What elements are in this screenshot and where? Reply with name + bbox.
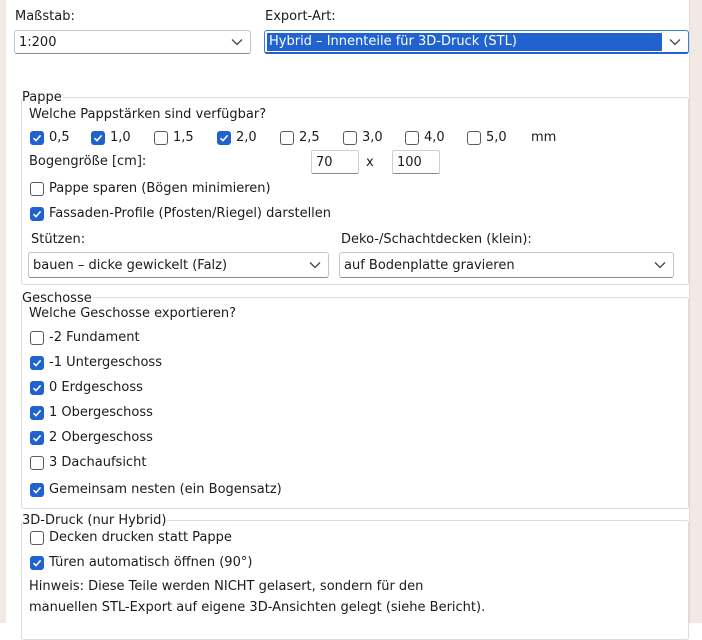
export-type-value: Hybrid – Innenteile für 3D-Druck (STL) bbox=[267, 33, 662, 51]
floors-group-title: Geschosse bbox=[22, 291, 93, 306]
floor-4-label[interactable]: 2 Obergeschoss bbox=[49, 429, 153, 447]
checkmark-icon bbox=[32, 434, 42, 442]
checkmark-icon bbox=[219, 134, 229, 142]
sheet-size-separator: x bbox=[366, 155, 374, 170]
floor-0-checkbox[interactable] bbox=[30, 331, 44, 345]
thickness-4-label[interactable]: 2,5 bbox=[299, 129, 320, 147]
floor-4-checkbox[interactable] bbox=[30, 431, 44, 445]
thickness-1-checkbox[interactable] bbox=[91, 131, 105, 145]
floor-2-label[interactable]: 0 Erdgeschoss bbox=[49, 379, 143, 397]
ceilings-label: Deko-/Schachtdecken (klein): bbox=[341, 232, 532, 247]
checkmark-icon bbox=[93, 134, 103, 142]
thickness-2-checkbox[interactable] bbox=[154, 131, 168, 145]
scale-value: 1:200 bbox=[19, 35, 57, 50]
hint-text-line1: Hinweis: Diese Teile werden NICHT gelase… bbox=[29, 579, 424, 594]
thickness-1-label[interactable]: 1,0 bbox=[110, 129, 131, 147]
supports-value: bauen – dicke gewickelt (Falz) bbox=[33, 258, 228, 273]
sheet-size-label: Bogengröße [cm]: bbox=[29, 154, 147, 169]
ceilings-value: auf Bodenplatte gravieren bbox=[344, 258, 515, 273]
floor-3-label[interactable]: 1 Obergeschoss bbox=[49, 404, 153, 422]
scale-dropdown[interactable]: 1:200 bbox=[14, 30, 251, 54]
thickness-0-label[interactable]: 0,5 bbox=[49, 129, 70, 147]
floor-1-label[interactable]: -1 Untergeschoss bbox=[49, 354, 162, 372]
unit-label: mm bbox=[531, 130, 557, 145]
sheet-height-value: 100 bbox=[397, 155, 422, 170]
checkmark-icon bbox=[32, 486, 42, 494]
floor-2-checkbox[interactable] bbox=[30, 381, 44, 395]
export-type-label: Export-Art: bbox=[265, 9, 336, 24]
checkmark-icon bbox=[32, 384, 42, 392]
thickness-7-label[interactable]: 5,0 bbox=[486, 129, 507, 147]
ceilings-dropdown[interactable]: auf Bodenplatte gravieren bbox=[339, 252, 674, 278]
window-right-scroll-edge[interactable] bbox=[689, 0, 702, 623]
floor-5-checkbox[interactable] bbox=[30, 456, 44, 470]
hint-text-line2: manuellen STL-Export auf eigene 3D-Ansic… bbox=[29, 600, 486, 615]
facade-profiles-checkbox[interactable] bbox=[30, 207, 44, 221]
sheet-height-input[interactable]: 100 bbox=[392, 150, 440, 174]
thickness-5-label[interactable]: 3,0 bbox=[362, 129, 383, 147]
window-left-edge bbox=[0, 0, 6, 623]
facade-profiles-label[interactable]: Fassaden-Profile (Pfosten/Riegel) darste… bbox=[49, 205, 331, 223]
nest-together-checkbox[interactable] bbox=[30, 483, 44, 497]
sheet-width-value: 70 bbox=[316, 155, 333, 170]
floor-3-checkbox[interactable] bbox=[30, 406, 44, 420]
thickness-2-label[interactable]: 1,5 bbox=[173, 129, 194, 147]
export-type-dropdown[interactable]: Hybrid – Innenteile für 3D-Druck (STL) bbox=[264, 30, 689, 54]
chevron-down-icon bbox=[669, 39, 681, 46]
print-group-title: 3D-Druck (nur Hybrid) bbox=[22, 513, 168, 528]
thickness-7-checkbox[interactable] bbox=[467, 131, 481, 145]
sheet-width-input[interactable]: 70 bbox=[311, 150, 359, 174]
thickness-3-label[interactable]: 2,0 bbox=[236, 129, 257, 147]
floor-1-checkbox[interactable] bbox=[30, 356, 44, 370]
thickness-5-checkbox[interactable] bbox=[343, 131, 357, 145]
supports-dropdown[interactable]: bauen – dicke gewickelt (Falz) bbox=[28, 252, 329, 278]
thickness-0-checkbox[interactable] bbox=[30, 131, 44, 145]
save-paper-checkbox[interactable] bbox=[30, 182, 44, 196]
checkmark-icon bbox=[32, 210, 42, 218]
thickness-6-label[interactable]: 4,0 bbox=[424, 129, 445, 147]
floor-0-label[interactable]: -2 Fundament bbox=[49, 329, 140, 347]
save-paper-label[interactable]: Pappe sparen (Bögen minimieren) bbox=[49, 180, 271, 198]
thickness-3-checkbox[interactable] bbox=[217, 131, 231, 145]
checkmark-icon bbox=[32, 409, 42, 417]
pappe-question: Welche Pappstärken sind verfügbar? bbox=[29, 107, 267, 122]
print-ceilings-checkbox[interactable] bbox=[30, 531, 44, 545]
supports-label: Stützen: bbox=[31, 232, 86, 247]
scale-label: Maßstab: bbox=[15, 9, 75, 24]
floor-5-label[interactable]: 3 Dachaufsicht bbox=[49, 454, 146, 472]
thickness-6-checkbox[interactable] bbox=[405, 131, 419, 145]
print-ceilings-label[interactable]: Decken drucken statt Pappe bbox=[49, 529, 232, 547]
floors-question: Welche Geschosse exportieren? bbox=[29, 306, 236, 321]
thickness-4-checkbox[interactable] bbox=[280, 131, 294, 145]
checkmark-icon bbox=[32, 359, 42, 367]
chevron-down-icon bbox=[309, 262, 321, 269]
chevron-down-icon bbox=[231, 39, 243, 46]
open-doors-checkbox[interactable] bbox=[30, 556, 44, 570]
nest-together-label[interactable]: Gemeinsam nesten (ein Bogensatz) bbox=[49, 481, 282, 499]
open-doors-label[interactable]: Türen automatisch öffnen (90°) bbox=[49, 554, 252, 572]
checkmark-icon bbox=[32, 134, 42, 142]
chevron-down-icon bbox=[654, 262, 666, 269]
pappe-group-title: Pappe bbox=[22, 90, 63, 105]
checkmark-icon bbox=[32, 559, 42, 567]
